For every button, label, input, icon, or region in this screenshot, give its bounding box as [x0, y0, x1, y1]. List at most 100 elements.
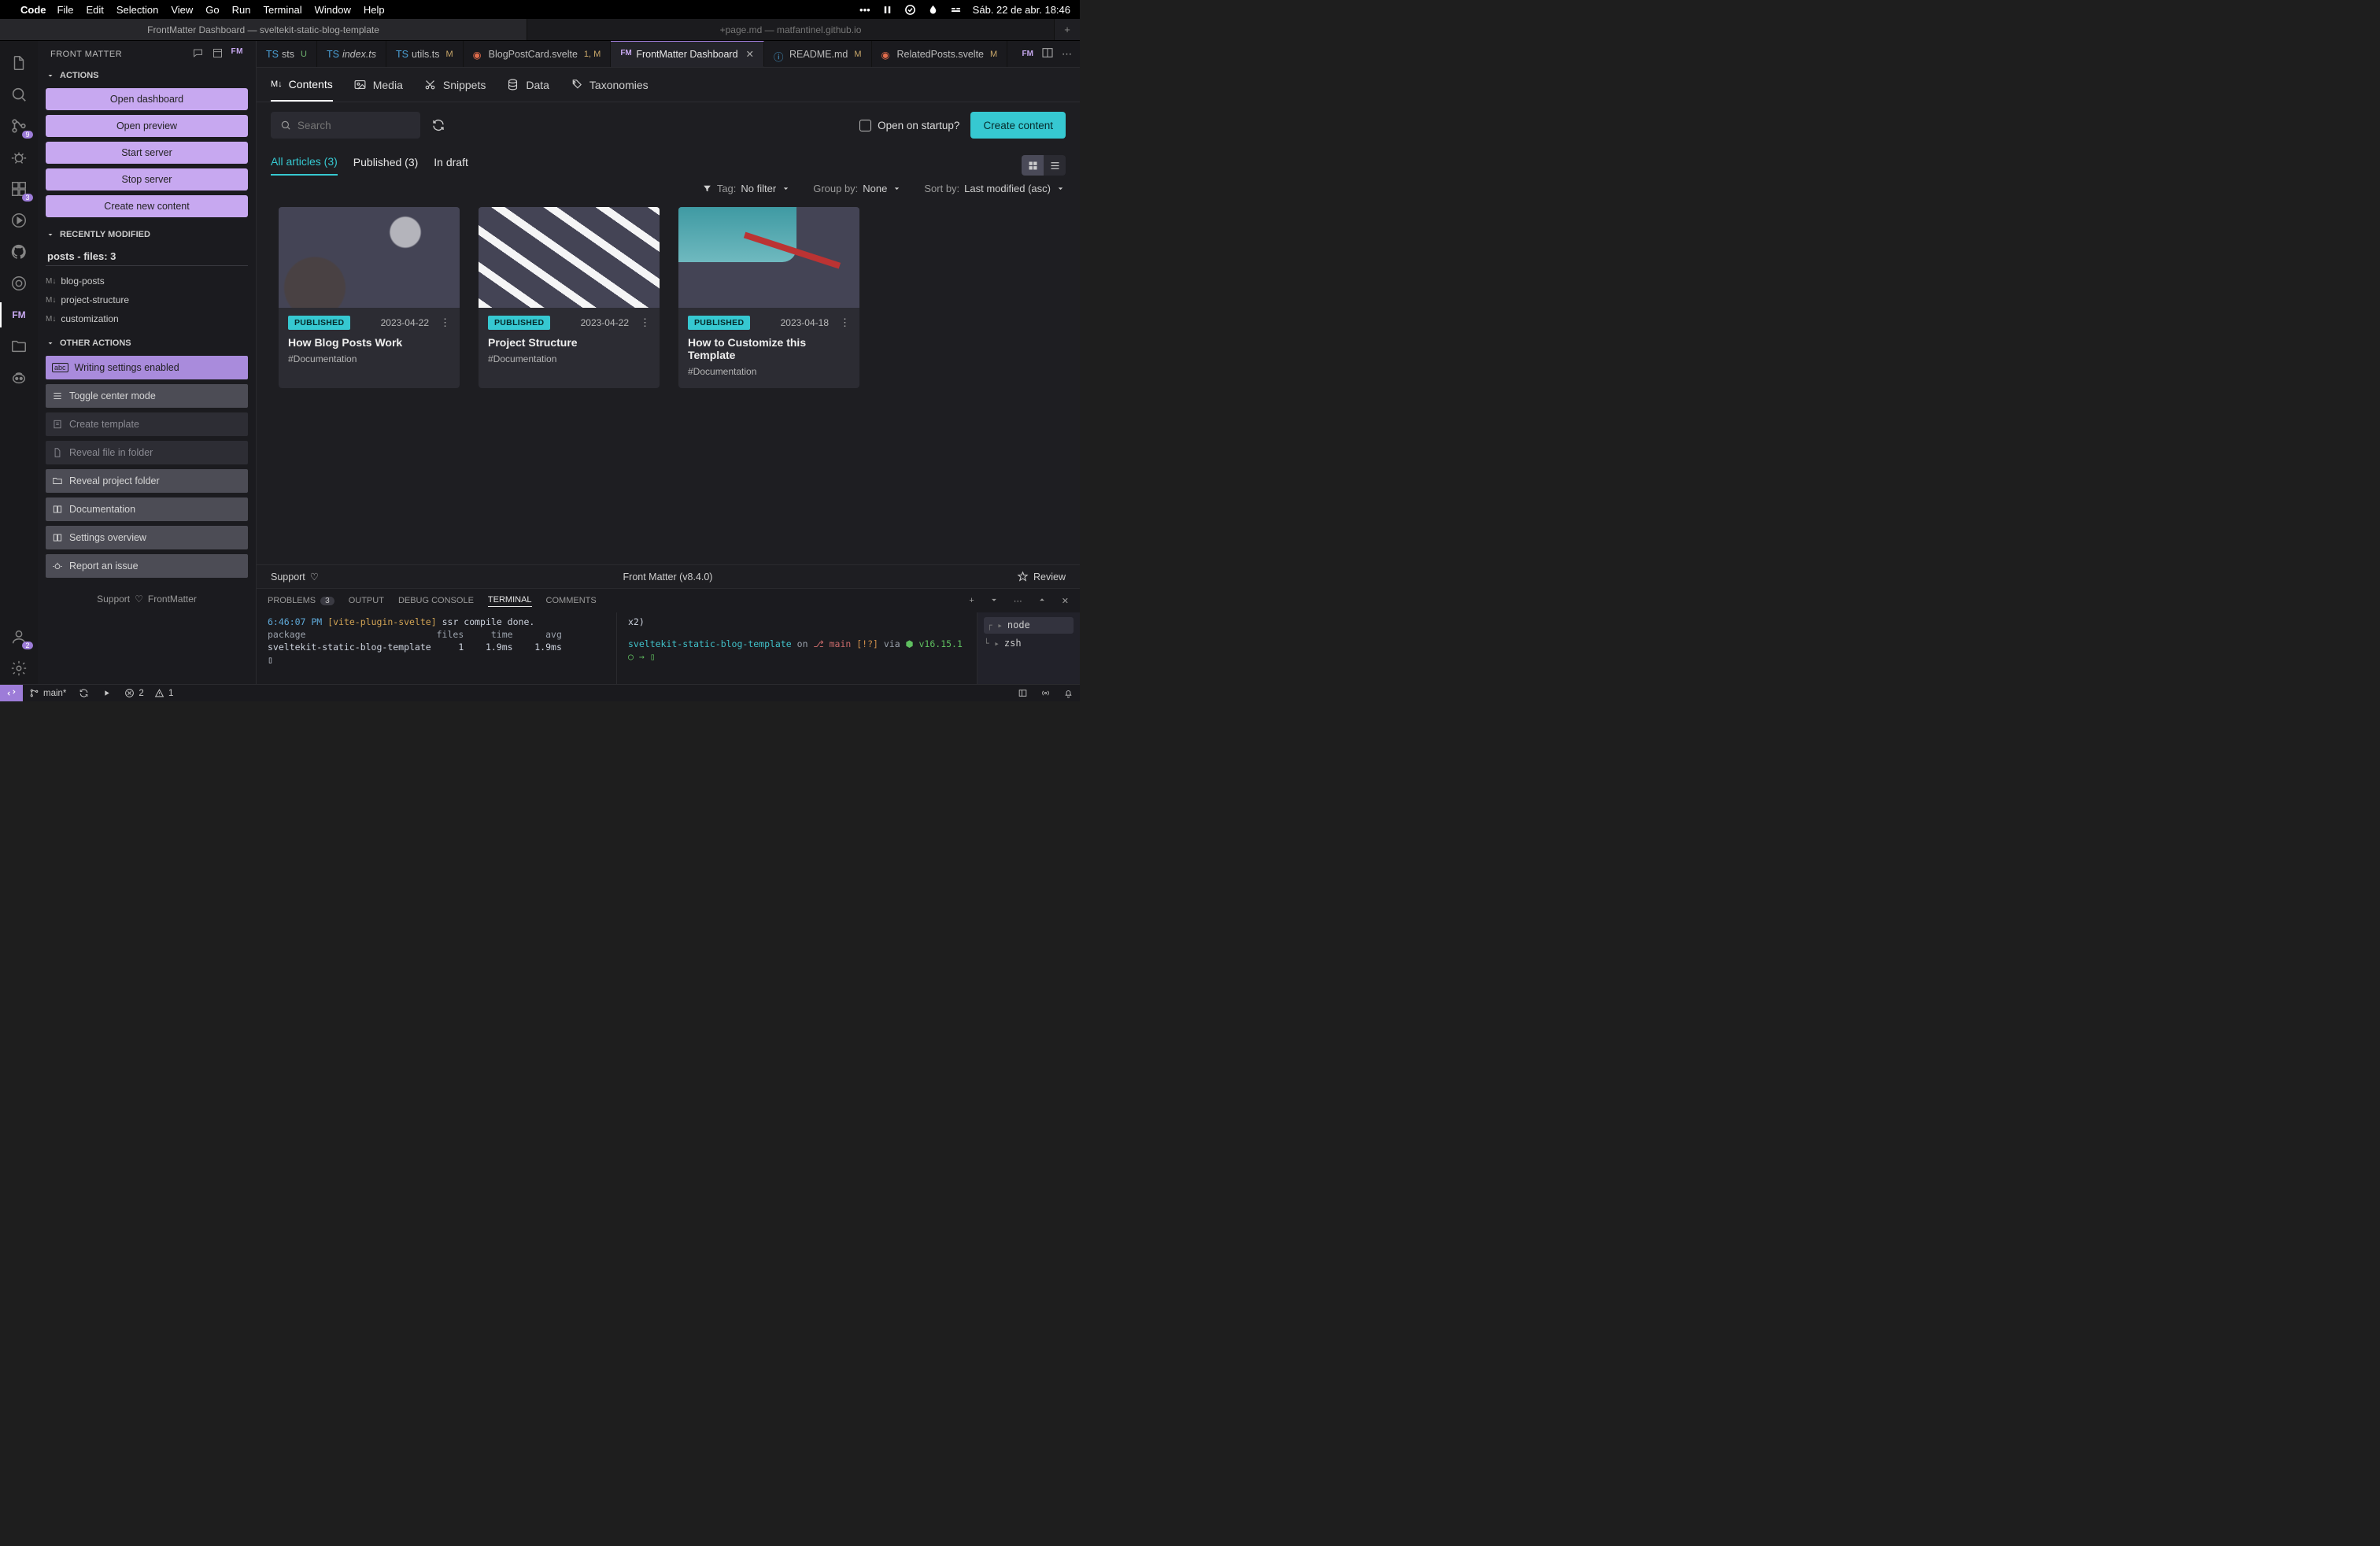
content-card[interactable]: PUBLISHED 2023-04-22 ⋮ How Blog Posts Wo… — [279, 207, 460, 388]
panel-terminal[interactable]: TERMINAL — [488, 595, 532, 607]
menu-help[interactable]: Help — [364, 4, 385, 16]
more-tabs-icon[interactable]: ⋯ — [1062, 48, 1072, 61]
report-issue[interactable]: Report an issue — [46, 554, 248, 578]
reveal-project[interactable]: Reveal project folder — [46, 469, 248, 493]
tag-filter[interactable]: Tag: No filter — [702, 183, 791, 194]
menu-go[interactable]: Go — [205, 4, 219, 16]
writing-settings-toggle[interactable]: abcWriting settings enabled — [46, 356, 248, 379]
dash-tab-media[interactable]: Media — [353, 68, 403, 102]
section-actions-header[interactable]: ACTIONS — [38, 68, 256, 83]
card-more-icon[interactable]: ⋮ — [440, 316, 450, 329]
sidebar-fm-icon[interactable]: FM — [231, 47, 243, 61]
status-problems[interactable]: 2 1 — [118, 688, 179, 698]
split-editor-icon[interactable] — [1041, 46, 1054, 61]
activity-scm-icon[interactable]: 9 — [0, 110, 38, 142]
editor-tab[interactable]: ◉BlogPostCard.svelte1, M — [464, 41, 612, 67]
panel-problems[interactable]: PROBLEMS3 — [268, 596, 334, 605]
start-server-button[interactable]: Start server — [46, 142, 248, 164]
recent-item[interactable]: M↓customization — [46, 312, 248, 326]
footer-review[interactable]: Review — [1017, 571, 1066, 583]
remote-indicator[interactable] — [0, 685, 23, 701]
dash-tab-data[interactable]: Data — [506, 68, 549, 102]
tab-fm-icon[interactable]: FM — [1022, 50, 1033, 58]
reveal-file[interactable]: Reveal file in folder — [46, 441, 248, 464]
app-name[interactable]: Code — [20, 4, 46, 16]
editor-tab-active[interactable]: FMFrontMatter Dashboard✕ — [611, 41, 764, 67]
panel-comments[interactable]: COMMENTS — [546, 596, 597, 605]
editor-tab[interactable]: TSutils.tsM — [386, 41, 464, 67]
activity-play-icon[interactable] — [0, 205, 38, 236]
status-broadcast-icon[interactable] — [1034, 688, 1057, 698]
card-more-icon[interactable]: ⋮ — [640, 316, 650, 329]
settings-overview[interactable]: Settings overview — [46, 526, 248, 549]
content-card[interactable]: PUBLISHED 2023-04-18 ⋮ How to Customize … — [678, 207, 859, 388]
menu-window[interactable]: Window — [315, 4, 351, 16]
activity-frontmatter-icon[interactable]: FM — [0, 299, 38, 331]
status-sync-icon[interactable] — [72, 688, 95, 698]
terminal-session-zsh[interactable]: └ ▸zsh — [984, 637, 1074, 650]
editor-tab[interactable]: ⓘREADME.mdM — [764, 41, 872, 67]
status-layout-icon[interactable] — [1011, 688, 1034, 698]
filter-published[interactable]: Published (3) — [353, 156, 419, 175]
status-bell-icon[interactable] — [1057, 688, 1080, 698]
create-template[interactable]: Create template — [46, 412, 248, 436]
create-content-primary-button[interactable]: Create content — [970, 112, 1066, 139]
dash-tab-contents[interactable]: M↓Contents — [271, 68, 333, 102]
create-content-button[interactable]: Create new content — [46, 195, 248, 217]
dash-tab-taxonomies[interactable]: Taxonomies — [570, 68, 649, 102]
panel-add-icon[interactable]: + — [969, 596, 974, 605]
section-other-header[interactable]: OTHER ACTIONS — [38, 335, 256, 351]
sidebar-window-icon[interactable] — [212, 47, 224, 61]
stop-server-button[interactable]: Stop server — [46, 168, 248, 190]
panel-more-icon[interactable]: ⋯ — [1014, 596, 1022, 606]
tray-dots-icon[interactable]: ••• — [859, 4, 870, 16]
window-tab-inactive[interactable]: +page.md — matfantinel.github.io — [527, 19, 1055, 40]
card-more-icon[interactable]: ⋮ — [840, 316, 850, 329]
terminal-pane-right[interactable]: x2) sveltekit-static-blog-template on ⎇ … — [617, 612, 978, 684]
panel-chevron-icon[interactable] — [989, 594, 1000, 608]
activity-account-icon[interactable]: 2 — [0, 621, 38, 653]
new-window-tab[interactable]: + — [1055, 19, 1080, 40]
panel-close-icon[interactable]: ✕ — [1062, 596, 1069, 606]
footer-support[interactable]: Support♡ — [271, 571, 319, 583]
editor-tab[interactable]: TSindex.ts — [317, 41, 386, 67]
activity-github-icon[interactable] — [0, 236, 38, 268]
terminal-session-node[interactable]: ┌ ▸node — [984, 617, 1074, 634]
content-card[interactable]: PUBLISHED 2023-04-22 ⋮ Project Structure… — [479, 207, 660, 388]
group-by[interactable]: Group by: None — [813, 183, 902, 194]
terminal-pane-left[interactable]: 6:46:07 PM [vite-plugin-svelte] ssr comp… — [257, 612, 617, 684]
open-dashboard-button[interactable]: Open dashboard — [46, 88, 248, 110]
search-input[interactable] — [298, 120, 411, 131]
search-input-wrap[interactable] — [271, 112, 420, 139]
activity-copilot-icon[interactable] — [0, 362, 38, 394]
menu-terminal[interactable]: Terminal — [264, 4, 302, 16]
tray-check-icon[interactable] — [904, 4, 916, 16]
support-label[interactable]: Support — [97, 594, 130, 605]
status-branch[interactable]: main* — [23, 688, 72, 698]
panel-debug[interactable]: DEBUG CONSOLE — [398, 596, 474, 605]
filter-all[interactable]: All articles (3) — [271, 155, 338, 176]
activity-search-icon[interactable] — [0, 79, 38, 110]
sort-by[interactable]: Sort by: Last modified (asc) — [924, 183, 1066, 194]
brand-label[interactable]: FrontMatter — [148, 594, 197, 605]
dash-tab-snippets[interactable]: Snippets — [423, 68, 486, 102]
view-grid-icon[interactable] — [1022, 155, 1044, 176]
toggle-center-mode[interactable]: Toggle center mode — [46, 384, 248, 408]
recent-item[interactable]: M↓project-structure — [46, 293, 248, 307]
activity-debug-icon[interactable] — [0, 142, 38, 173]
refresh-icon[interactable] — [431, 118, 445, 132]
activity-settings-icon[interactable] — [0, 653, 38, 684]
panel-maximize-icon[interactable] — [1037, 594, 1048, 608]
filter-draft[interactable]: In draft — [434, 156, 468, 175]
editor-tab[interactable]: TSstsU — [257, 41, 317, 67]
menu-view[interactable]: View — [171, 4, 193, 16]
clock[interactable]: Sáb. 22 de abr. 18:46 — [973, 4, 1070, 16]
tray-control-icon[interactable] — [950, 4, 962, 16]
open-preview-button[interactable]: Open preview — [46, 115, 248, 137]
view-list-icon[interactable] — [1044, 155, 1066, 176]
close-tab-icon[interactable]: ✕ — [746, 48, 754, 60]
menu-file[interactable]: File — [57, 4, 74, 16]
open-on-startup-checkbox[interactable]: Open on startup? — [859, 120, 959, 131]
menu-edit[interactable]: Edit — [86, 4, 103, 16]
tray-pause-icon[interactable] — [881, 4, 893, 16]
